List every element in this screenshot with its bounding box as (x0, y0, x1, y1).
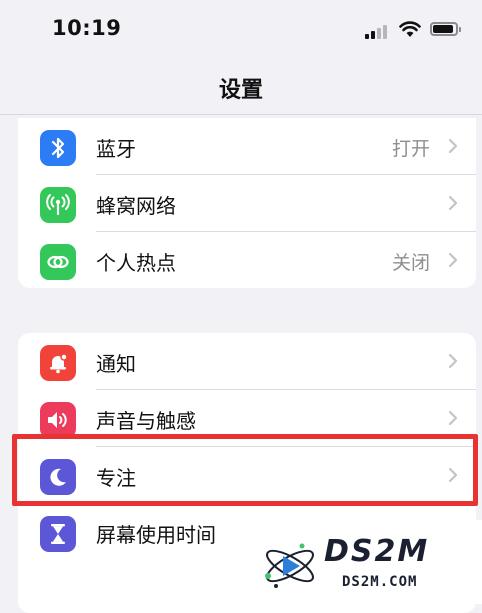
page-title: 设置 (218, 78, 263, 103)
antenna-icon (40, 187, 76, 223)
row-label: 个人热点 (96, 251, 176, 275)
settings-group-connectivity: 蓝牙 打开 蜂窝网络 个人热点 关闭 (18, 118, 476, 288)
moon-icon (40, 459, 76, 495)
settings-row-sounds[interactable]: 声音与触感 (18, 390, 476, 447)
wifi-icon (399, 21, 421, 37)
settings-row-bluetooth[interactable]: 蓝牙 打开 (18, 118, 476, 175)
chevron-right-icon (448, 353, 458, 369)
bluetooth-icon (40, 130, 76, 166)
speaker-icon (40, 402, 76, 438)
settings-row-hotspot[interactable]: 个人热点 关闭 (18, 232, 476, 288)
settings-row-cellular[interactable]: 蜂窝网络 (18, 175, 476, 232)
row-value: 打开 (391, 138, 430, 160)
ds2m-logo-icon (265, 543, 314, 588)
settings-row-focus[interactable]: 专注 (18, 447, 476, 504)
row-label: 屏幕使用时间 (96, 523, 216, 547)
bell-icon (40, 345, 76, 381)
row-label: 通知 (96, 352, 136, 376)
nav-divider (0, 114, 482, 115)
hourglass-icon (40, 516, 76, 552)
status-bar: 10:19 (0, 0, 482, 62)
watermark-url: DS2M.COM (342, 574, 418, 590)
chevron-right-icon (448, 467, 458, 483)
chevron-right-icon (448, 195, 458, 211)
chevron-right-icon (448, 410, 458, 426)
chain-link-icon (40, 244, 76, 280)
status-time: 10:19 (52, 16, 122, 40)
row-label: 蓝牙 (96, 137, 136, 161)
watermark: DS2M DS2M.COM (246, 520, 482, 604)
row-label: 声音与触感 (96, 409, 196, 433)
row-value: 关闭 (391, 252, 430, 274)
chevron-right-icon (448, 252, 458, 268)
cellular-signal-icon (365, 23, 391, 39)
watermark-logo-text: DS2M (324, 534, 430, 569)
battery-icon (430, 22, 461, 36)
row-label: 专注 (96, 466, 136, 490)
chevron-right-icon (448, 138, 458, 154)
settings-row-notifications[interactable]: 通知 (18, 333, 476, 390)
row-label: 蜂窝网络 (96, 194, 176, 218)
